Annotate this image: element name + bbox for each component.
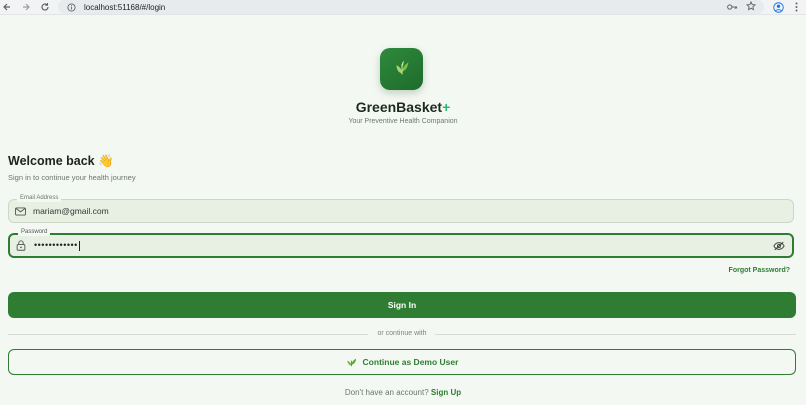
demo-user-label: Continue as Demo User	[362, 357, 459, 367]
divider-text: or continue with	[377, 330, 427, 337]
lock-icon	[14, 240, 28, 251]
eye-off-icon[interactable]	[772, 239, 786, 253]
page-subtitle: Sign in to continue your health journey	[8, 173, 136, 182]
email-input[interactable]: mariam@gmail.com	[33, 206, 109, 216]
back-icon[interactable]	[0, 0, 14, 14]
browser-toolbar: localhost:51168/#/login	[0, 0, 806, 15]
sign-in-button[interactable]: Sign In	[8, 292, 796, 318]
page-title: Welcome back 👋	[8, 154, 114, 168]
forward-icon[interactable]	[19, 0, 33, 14]
app-name: GreenBasket+	[0, 99, 806, 115]
divider: or continue with	[8, 330, 796, 337]
app-name-plus: +	[442, 99, 451, 115]
password-label: Password	[18, 228, 51, 236]
app-tagline: Your Preventive Health Companion	[348, 118, 458, 125]
leaf-logo-icon	[391, 56, 413, 83]
menu-icon[interactable]	[790, 0, 802, 14]
password-dots: ••••••••••••	[34, 240, 78, 251]
url-text[interactable]: localhost:51168/#/login	[84, 3, 165, 12]
forgot-password-link[interactable]: Forgot Password?	[729, 267, 790, 274]
app-logo	[380, 48, 423, 90]
app-name-text: GreenBasket	[355, 99, 443, 115]
password-field[interactable]: Password ••••••••••••	[8, 228, 794, 258]
reload-icon[interactable]	[38, 0, 52, 14]
password-input[interactable]: ••••••••••••	[34, 240, 80, 251]
mail-icon	[13, 206, 27, 216]
demo-user-button[interactable]: Continue as Demo User	[8, 349, 796, 375]
email-field[interactable]: Email Address mariam@gmail.com	[8, 194, 794, 223]
sign-up-link[interactable]: Sign Up	[431, 388, 461, 397]
bookmark-star-icon[interactable]	[745, 0, 757, 16]
profile-icon[interactable]	[771, 0, 785, 14]
password-key-icon[interactable]	[727, 0, 738, 16]
signup-prompt-text: Don't have an account?	[344, 388, 429, 397]
leaf-icon	[346, 356, 357, 369]
site-info-icon[interactable]	[64, 2, 78, 12]
signup-prompt: Don't have an account? Sign Up	[0, 388, 806, 397]
text-caret	[78, 240, 80, 251]
email-label: Email Address	[17, 194, 62, 202]
address-bar[interactable]: localhost:51168/#/login	[58, 0, 764, 14]
